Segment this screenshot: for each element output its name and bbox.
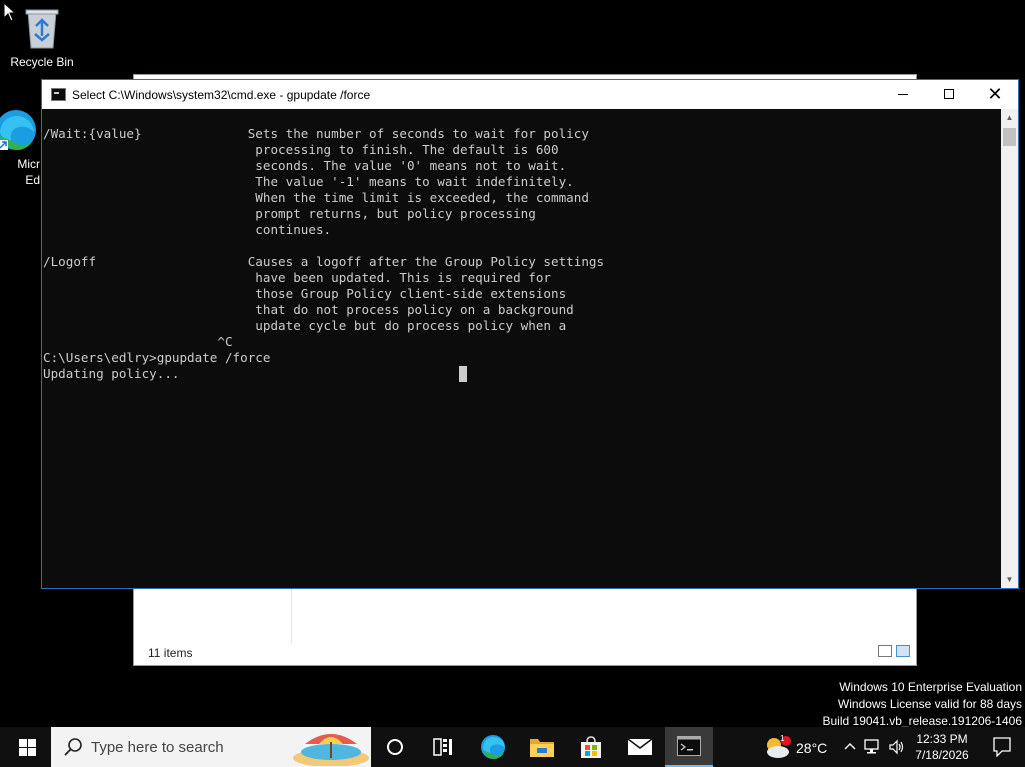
large-icons-view-icon[interactable] [896,645,910,657]
console-line: have been updated. This is required for [43,270,551,285]
console-output[interactable]: /Wait:{value} Sets the number of seconds… [42,109,1003,588]
taskbar-edge-button[interactable] [469,727,517,767]
console-line: The value '-1' means to wait indefinitel… [43,174,574,189]
minimize-icon [898,94,908,95]
watermark-license: Windows License valid for 88 days [837,697,1022,711]
console-line: Updating policy... [43,366,180,381]
windows-logo-icon [18,738,36,756]
close-button[interactable]: ✕ [972,80,1018,109]
console-line: update cycle but do process policy when … [43,318,567,333]
vertical-scrollbar[interactable]: ▲ ▼ [1001,109,1018,588]
search-icon [64,738,82,756]
task-view-icon [433,738,452,756]
mail-envelope-icon [627,738,653,755]
console-line: ^C [43,334,233,349]
console-line: seconds. The value '0' means not to wait… [43,158,567,173]
maximize-icon [944,89,954,99]
system-tray [840,727,910,767]
clock-time: 12:33 PM [916,732,968,746]
view-toggle [874,645,910,660]
text-cursor [459,366,467,382]
cmd-app-icon[interactable] [51,88,66,101]
watermark-edition: Windows 10 Enterprise Evaluation [839,680,1022,694]
taskbar-cmd-button[interactable] [665,727,713,767]
close-icon: ✕ [987,84,1003,104]
desktop-icon-recycle-bin[interactable]: Recycle Bin [4,6,80,69]
task-view-button[interactable] [419,727,467,767]
maximize-button[interactable] [926,80,972,109]
console-line: prompt returns, but policy processing [43,206,536,221]
desktop-icon-label: Micr Ed [17,157,40,187]
navigation-pane[interactable] [134,589,292,643]
search-box[interactable]: Type here to search [51,727,371,767]
chevron-up-icon[interactable] [844,741,856,751]
edge-icon [481,735,505,759]
cmd-window[interactable]: Select C:\Windows\system32\cmd.exe - gpu… [41,79,1019,589]
console-line: /Logoff Causes a logoff after the Group … [43,254,605,269]
scroll-down-arrow-icon[interactable]: ▼ [1001,571,1018,588]
console-line: C:\Users\edlry>gpupdate /force [43,350,271,365]
taskbar-file-explorer-button[interactable] [518,727,566,767]
console-line: that do not process policy on a backgrou… [43,302,574,317]
console-line: /Wait:{value} Sets the number of seconds… [43,126,589,141]
store-bag-icon [581,736,601,758]
console-line: those Group Policy client-side extension… [43,286,567,301]
scroll-up-arrow-icon[interactable]: ▲ [1001,109,1018,126]
item-count: 11 items [148,646,193,660]
details-view-icon[interactable] [878,645,892,657]
clock-date: 7/18/2026 [915,748,969,762]
taskbar-clock[interactable]: 12:33 PM 7/18/2026 [910,731,974,763]
start-button[interactable] [3,727,51,767]
windows-watermark: Windows 10 Enterprise Evaluation Windows… [823,679,1023,730]
taskbar: Type here to search 1 28°C 12:33 PM 7/18… [0,727,1025,767]
command-prompt-icon [677,736,701,756]
search-placeholder: Type here to search [91,739,224,756]
weather-widget[interactable]: 1 28°C [760,727,840,767]
minimize-button[interactable] [880,80,926,109]
edge-icon [0,110,36,150]
console-line: continues. [43,222,332,237]
weather-temperature: 28°C [796,740,828,756]
recycle-bin-icon [25,9,59,49]
partly-sunny-icon [767,736,791,758]
console-line: When the time limit is exceeded, the com… [43,190,589,205]
search-highlight-beach-icon [293,734,369,766]
console-line: processing to finish. The default is 600 [43,142,559,157]
cortana-circle-icon [387,739,403,755]
desktop-icon-microsoft-edge[interactable]: Micr Ed [0,106,40,188]
status-bar: 11 items [134,641,916,665]
taskbar-store-button[interactable] [567,727,615,767]
cortana-button[interactable] [371,727,419,767]
scroll-thumb[interactable] [1003,128,1016,146]
window-title: Select C:\Windows\system32\cmd.exe - gpu… [72,88,371,102]
folder-icon [530,739,554,757]
desktop-icon-label: Recycle Bin [10,55,74,69]
window-titlebar[interactable]: Select C:\Windows\system32\cmd.exe - gpu… [42,80,1018,109]
taskbar-mail-button[interactable] [616,727,664,767]
network-icon[interactable] [864,739,882,755]
weather-alert-badge: 1 [780,734,785,743]
notification-center-icon[interactable] [993,737,1011,757]
volume-icon[interactable] [888,739,906,755]
